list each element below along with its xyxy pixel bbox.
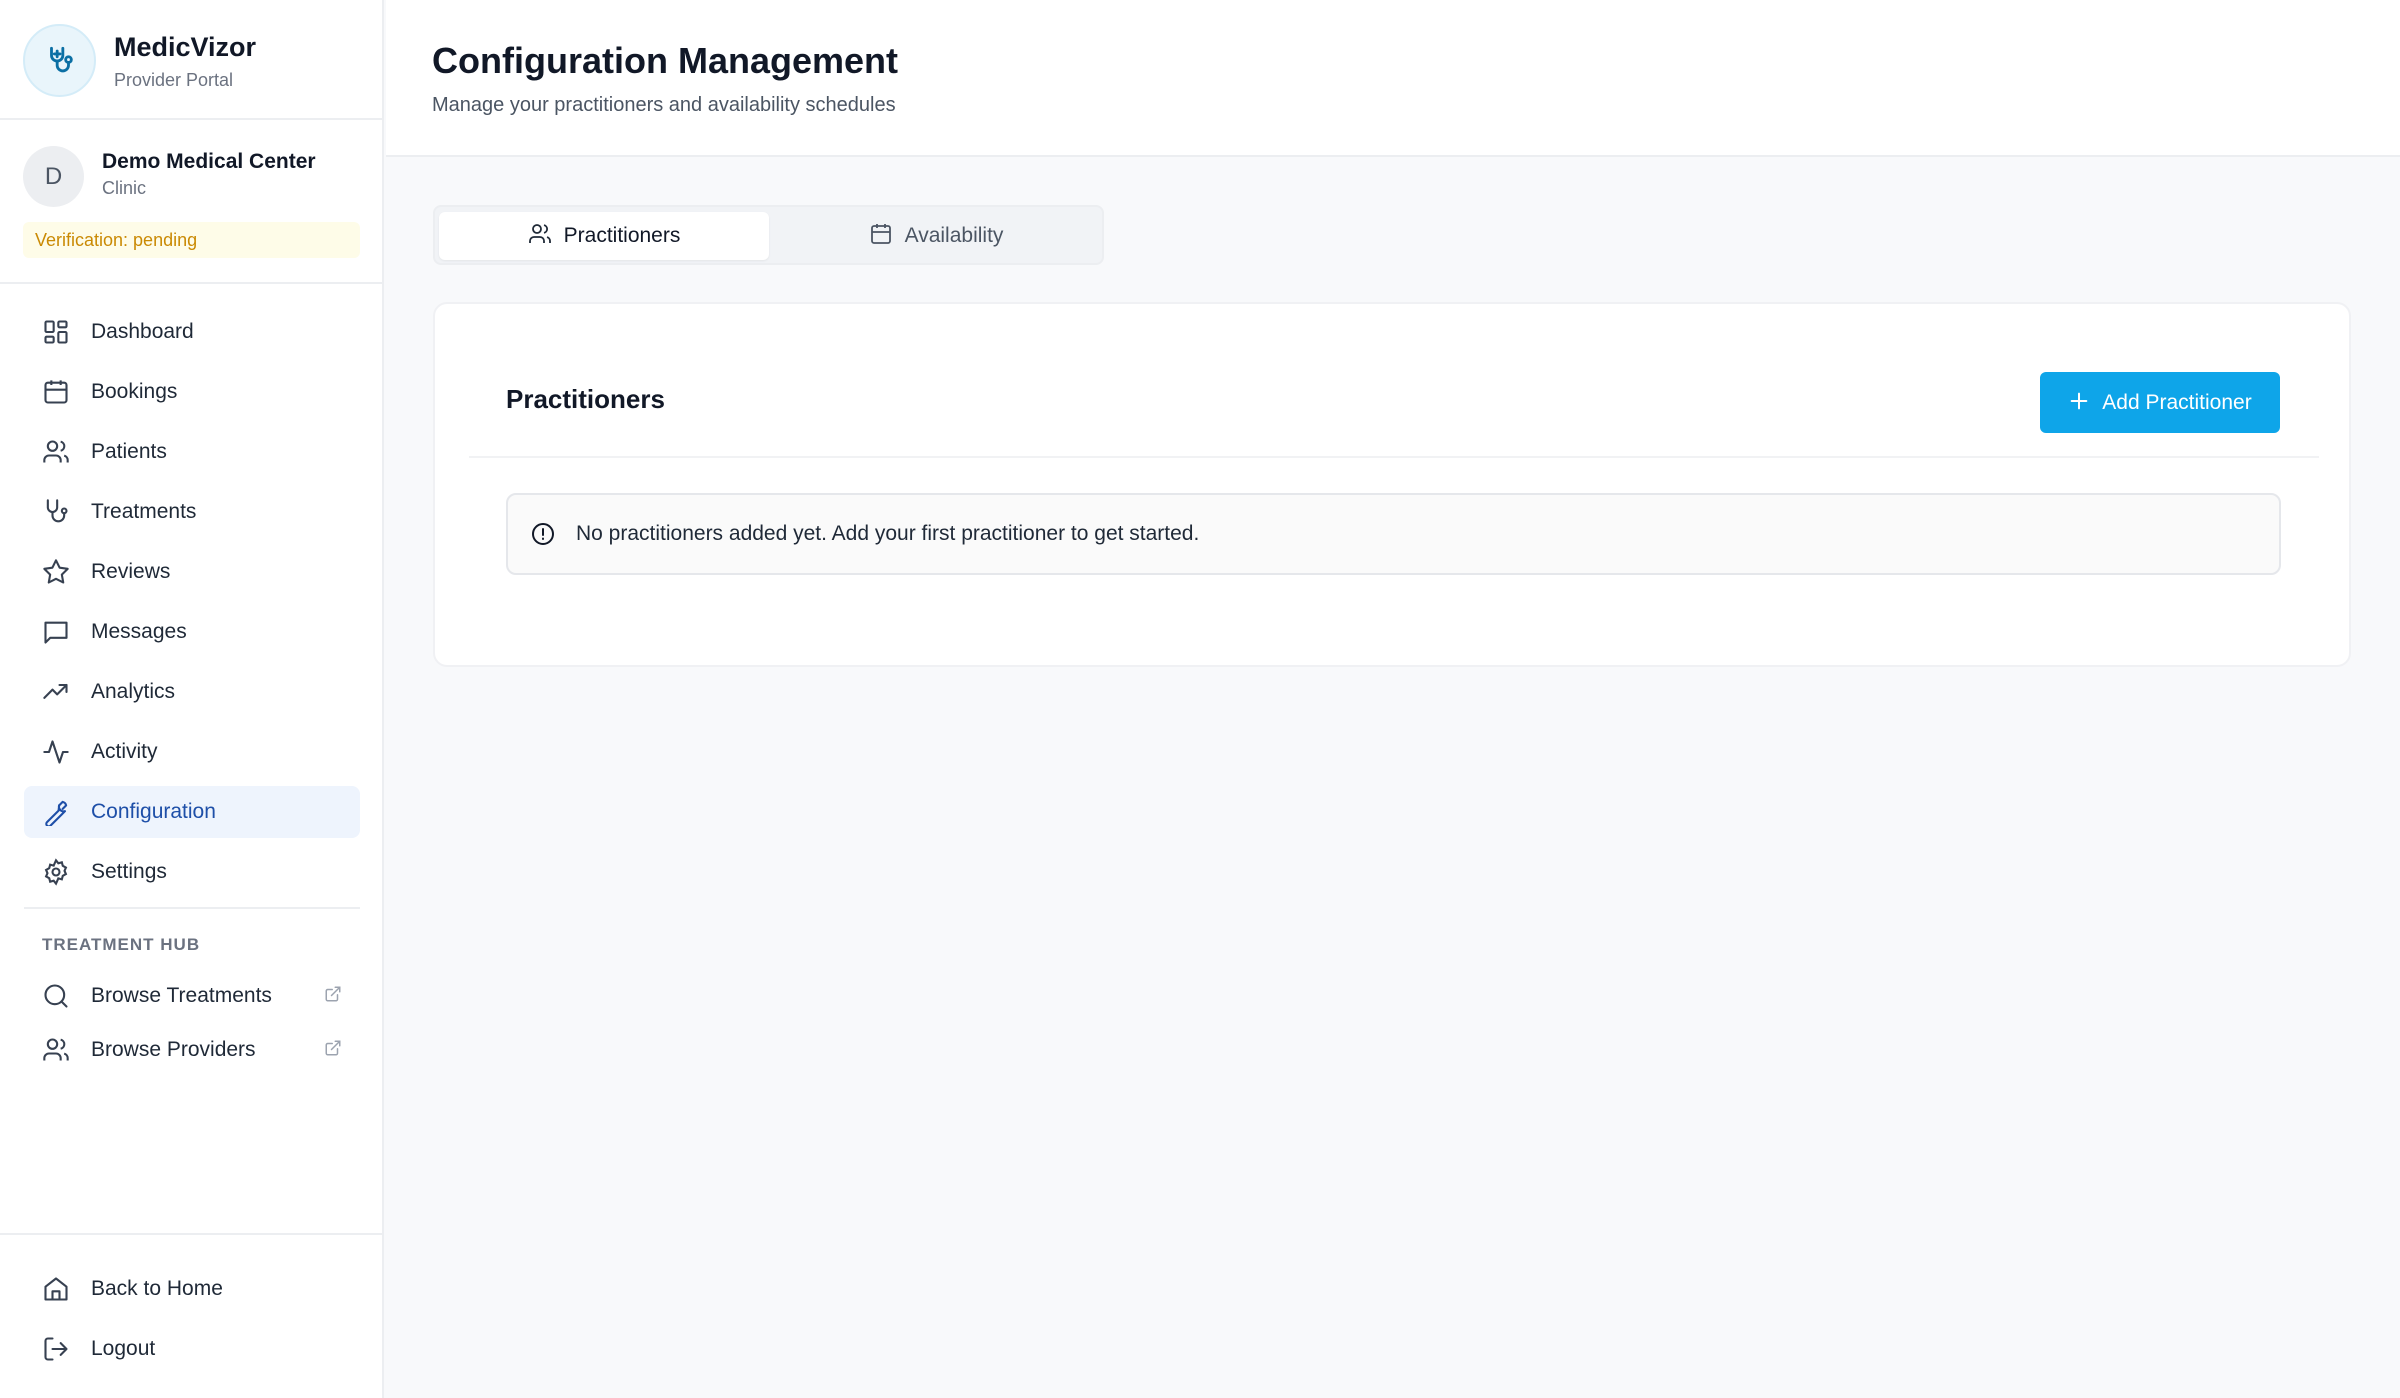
practitioners-card: Practitioners Add Practitioner No practi… (433, 302, 2351, 667)
page-title: Configuration Management (432, 40, 898, 81)
external-link-icon (324, 985, 342, 1003)
sidebar-item-browse-treatments[interactable]: Browse Treatments (24, 970, 360, 1022)
dashboard-icon (41, 317, 71, 347)
sidebar-item-analytics[interactable]: Analytics (24, 666, 360, 718)
star-icon (41, 557, 71, 587)
home-icon (41, 1274, 71, 1304)
sidebar-item-label: Browse Providers (91, 1038, 256, 1061)
sidebar-item-label: Patients (91, 440, 167, 463)
sidebar-item-label: Settings (91, 860, 167, 883)
sidebar-item-treatments[interactable]: Treatments (24, 486, 360, 538)
tab-list: Practitioners Availability (433, 205, 1104, 265)
card-divider (469, 456, 2319, 458)
brand-subtitle: Provider Portal (114, 70, 234, 90)
back-to-home-link[interactable]: Back to Home (24, 1263, 360, 1315)
external-link-icon (324, 1039, 342, 1057)
sidebar-item-reviews[interactable]: Reviews (24, 546, 360, 598)
empty-state-alert: No practitioners added yet. Add your fir… (506, 493, 2281, 575)
sidebar-item-label: Messages (91, 620, 187, 643)
sidebar-footer: Back to Home Logout (0, 1233, 384, 1398)
logout-icon (41, 1334, 71, 1364)
tab-label: Practitioners (563, 224, 681, 247)
users-icon (528, 222, 552, 251)
sidebar-item-label: Treatments (91, 500, 197, 523)
treatment-hub-heading: TREATMENT HUB (42, 935, 201, 954)
sidebar-item-label: Analytics (91, 680, 176, 703)
sidebar-item-label: Back to Home (91, 1277, 223, 1300)
activity-icon (41, 737, 71, 767)
sidebar-item-activity[interactable]: Activity (24, 726, 360, 778)
search-icon (41, 981, 71, 1011)
stethoscope-icon (41, 497, 71, 527)
sidebar-item-messages[interactable]: Messages (24, 606, 360, 658)
organization-type: Clinic (102, 178, 147, 198)
card-title: Practitioners (506, 384, 665, 414)
sidebar-item-browse-providers[interactable]: Browse Providers (24, 1024, 360, 1076)
sidebar-item-label: Dashboard (91, 320, 194, 343)
avatar: D (23, 146, 84, 207)
logout-button[interactable]: Logout (24, 1323, 360, 1375)
verification-status-badge: Verification: pending (23, 222, 360, 258)
add-practitioner-label: Add Practitioner (2102, 390, 2252, 414)
sidebar-item-label: Configuration (91, 800, 216, 823)
page-header: Configuration Management Manage your pra… (386, 0, 2400, 157)
sidebar-item-label: Activity (91, 740, 158, 763)
users-icon (41, 1035, 71, 1065)
gear-icon (41, 857, 71, 887)
tab-practitioners[interactable]: Practitioners (439, 212, 769, 260)
sidebar-item-label: Bookings (91, 380, 178, 403)
sidebar-item-label: Reviews (91, 560, 171, 583)
tab-label: Availability (904, 224, 1004, 247)
sidebar-item-patients[interactable]: Patients (24, 426, 360, 478)
organization-name: Demo Medical Center (102, 150, 316, 173)
sidebar-item-label: Logout (91, 1337, 156, 1360)
sidebar-item-settings[interactable]: Settings (24, 846, 360, 898)
sidebar-item-dashboard[interactable]: Dashboard (24, 306, 360, 358)
empty-state-message: No practitioners added yet. Add your fir… (576, 522, 1200, 545)
brand: MedicVizor Provider Portal (0, 0, 382, 120)
users-icon (41, 437, 71, 467)
calendar-icon (869, 222, 893, 251)
brand-name: MedicVizor (114, 32, 257, 62)
message-icon (41, 617, 71, 647)
alert-circle-icon (530, 521, 556, 547)
sidebar: MedicVizor Provider Portal D Demo Medica… (0, 0, 384, 1398)
calendar-icon (41, 377, 71, 407)
plus-icon (2068, 390, 2090, 415)
tab-availability[interactable]: Availability (771, 212, 1101, 260)
sidebar-item-bookings[interactable]: Bookings (24, 366, 360, 418)
sidebar-item-label: Browse Treatments (91, 984, 272, 1007)
nav-divider (24, 907, 360, 909)
organization-card: D Demo Medical Center Clinic Verificatio… (0, 120, 382, 284)
stethoscope-logo-icon (23, 24, 96, 97)
wrench-icon (41, 797, 71, 827)
page-subtitle: Manage your practitioners and availabili… (432, 94, 896, 116)
sidebar-item-configuration[interactable]: Configuration (24, 786, 360, 838)
trending-up-icon (41, 677, 71, 707)
add-practitioner-button[interactable]: Add Practitioner (2040, 372, 2280, 433)
